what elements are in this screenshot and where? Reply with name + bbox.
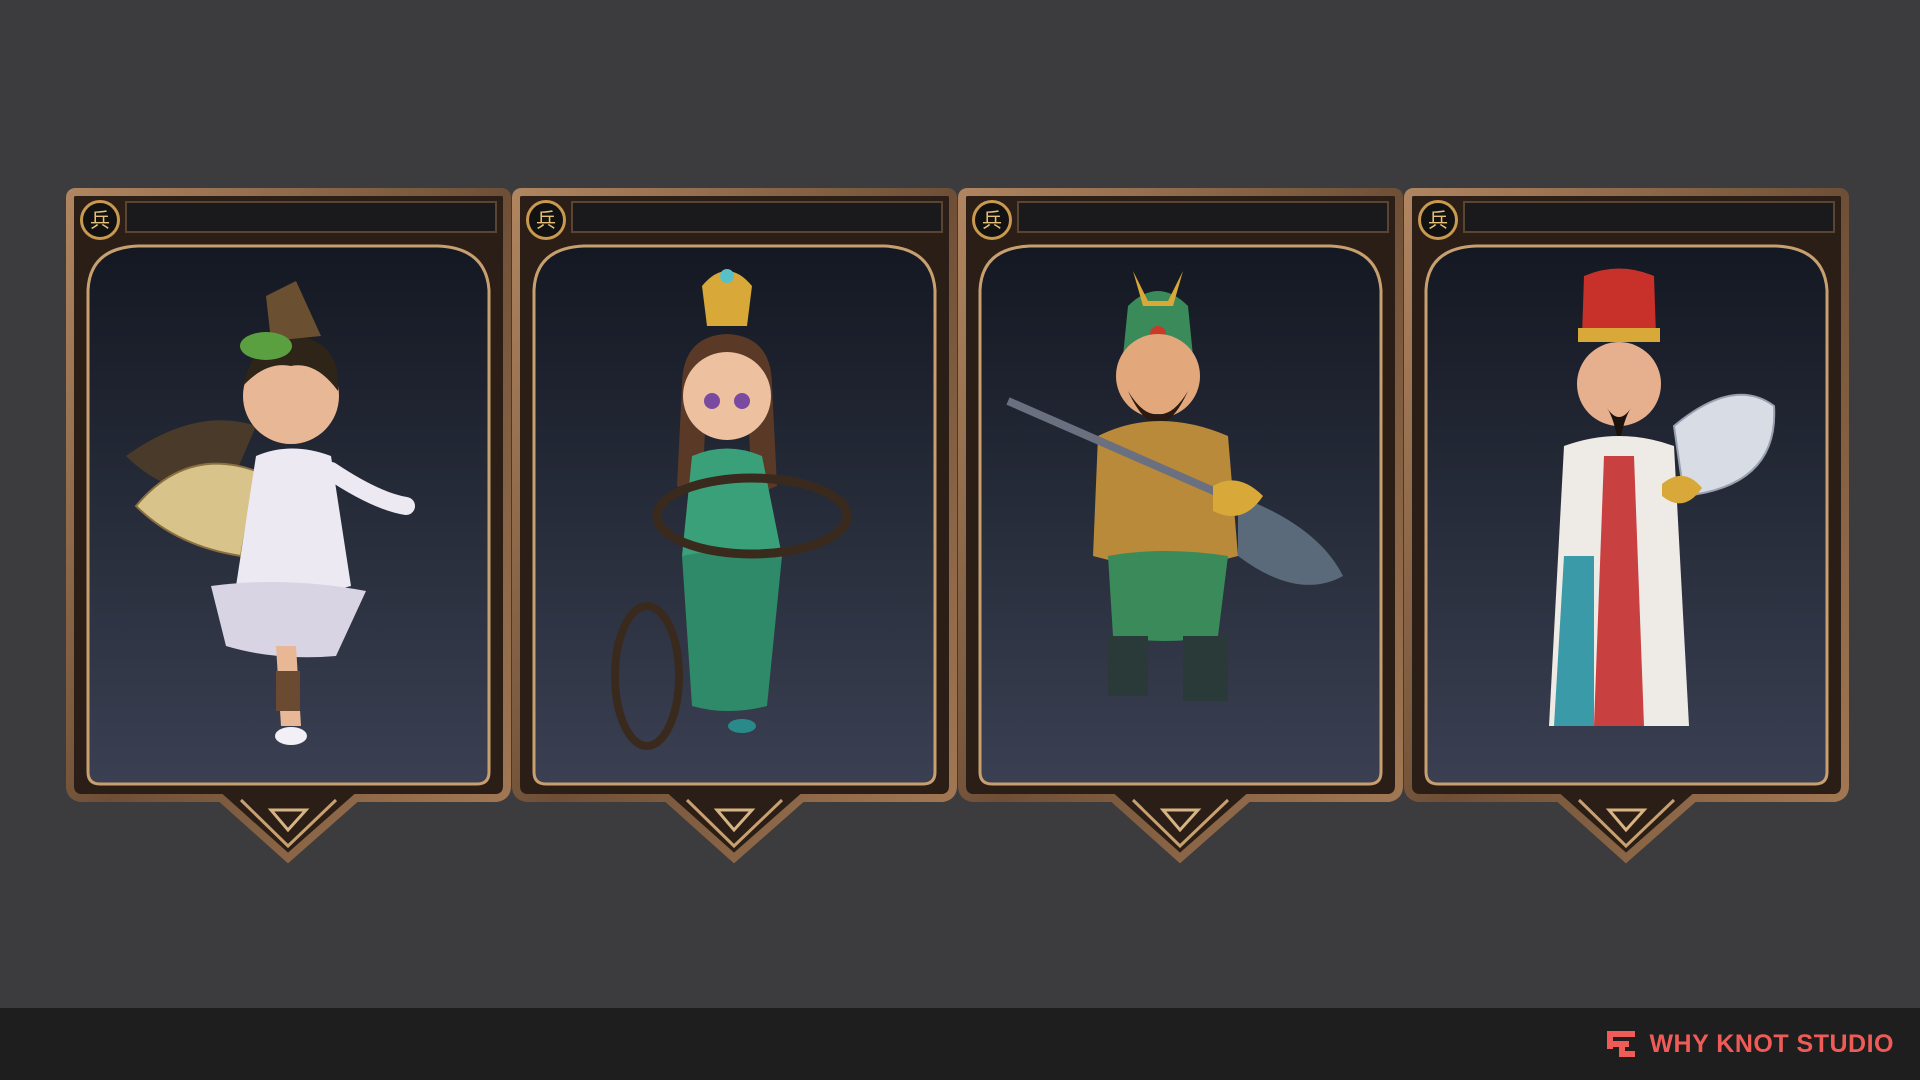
studio-brand: WHY KNOT STUDIO bbox=[1605, 1028, 1894, 1060]
troop-type-badge: 兵 bbox=[526, 200, 566, 240]
character-card-3[interactable]: 兵 bbox=[958, 186, 1403, 868]
studio-logo-icon bbox=[1607, 1031, 1636, 1057]
feather-fan-strategist-character-art bbox=[1549, 268, 1776, 726]
character-card-4[interactable]: 兵 bbox=[1404, 186, 1849, 868]
studio-name: WHY KNOT STUDIO bbox=[1649, 1029, 1894, 1058]
hoop-dancer-character-art bbox=[611, 269, 852, 750]
character-card-2[interactable]: 兵 bbox=[512, 186, 957, 868]
footer-bar: WHY KNOT STUDIO bbox=[0, 1008, 1920, 1080]
character-card-1[interactable]: 兵 bbox=[66, 186, 511, 868]
fan-dancer-character-art bbox=[126, 281, 415, 745]
green-dragon-general-character-art bbox=[1006, 271, 1343, 701]
troop-type-badge: 兵 bbox=[972, 200, 1012, 240]
troop-type-badge: 兵 bbox=[80, 200, 120, 240]
card-gallery: 兵 兵 兵 兵 bbox=[0, 0, 1920, 1008]
troop-type-badge: 兵 bbox=[1418, 200, 1458, 240]
